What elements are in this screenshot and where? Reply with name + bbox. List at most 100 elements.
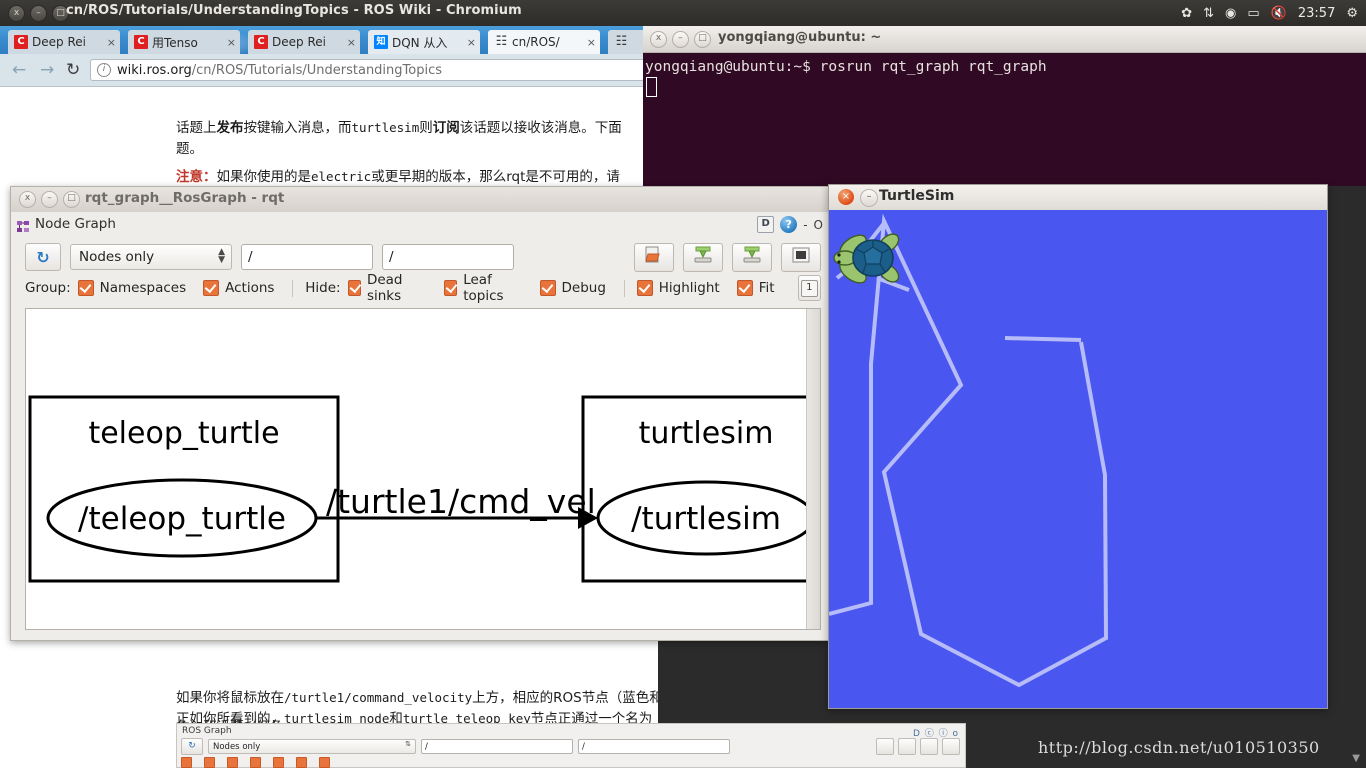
close-icon[interactable]: × xyxy=(347,36,356,49)
checkbox-leaf-topics[interactable]: Leaf topics xyxy=(443,272,523,304)
highlight-depth-button[interactable]: 1 xyxy=(797,275,822,301)
address-bar[interactable]: i wiki.ros.org /cn/ROS/Tutorials/Underst… xyxy=(90,59,650,81)
browser-tab-0[interactable]: C Deep Rei × xyxy=(8,30,120,54)
checkbox-icon xyxy=(636,280,653,296)
system-tray[interactable]: ✿ ⇅ ◉ ▭ 🔇 23:57 ⚙ xyxy=(1181,0,1358,26)
minimize-icon[interactable]: – xyxy=(41,191,58,208)
help-button[interactable]: ? xyxy=(780,216,798,233)
battery-icon[interactable]: ▭ xyxy=(1247,7,1259,20)
browser-tab-label: 用Tenso xyxy=(152,35,198,50)
rqt-window-controls[interactable]: x – □ xyxy=(19,191,80,208)
chrome-favicon-icon: C xyxy=(254,35,268,49)
window-controls[interactable]: x – □ xyxy=(8,5,69,22)
browser-tab-label: Deep Rei xyxy=(272,35,326,49)
terminal-window-controls[interactable]: x – □ xyxy=(650,31,711,48)
save-image-button[interactable] xyxy=(732,242,772,272)
ros-graph-canvas[interactable]: teleop_turtle /teleop_turtle turtlesim /… xyxy=(25,308,821,630)
maximize-icon[interactable]: □ xyxy=(694,31,711,48)
divider xyxy=(292,279,294,297)
graph-node-box-label: turtlesim xyxy=(639,416,774,451)
graph-filter-combo[interactable]: Nodes only ▲ ▼ xyxy=(70,244,232,270)
browser-tab-3[interactable]: 知 DQN 从入 × xyxy=(368,30,480,54)
rqt-options-row: Group: Namespaces Actions Hide: Dead sin… xyxy=(25,272,822,304)
close-icon[interactable]: × xyxy=(587,36,596,49)
chrome-favicon-icon: C xyxy=(134,35,148,49)
omnibox-host: wiki.ros.org xyxy=(117,62,192,78)
minimize-dock-button[interactable]: - xyxy=(803,218,807,232)
dock-controls[interactable]: D ? - O xyxy=(757,216,823,233)
ubuntu-one-icon[interactable]: ✿ xyxy=(1181,7,1192,20)
graph-node-ellipse-label: /turtlesim xyxy=(631,501,781,537)
embedded-node-filter: / xyxy=(578,739,730,754)
save-dot-button[interactable] xyxy=(683,242,723,272)
close-icon[interactable]: × xyxy=(107,36,116,49)
close-icon[interactable]: × xyxy=(227,36,236,49)
omnibox-path: /cn/ROS/Tutorials/UnderstandingTopics xyxy=(191,62,443,78)
browser-tab-label: Deep Rei xyxy=(32,35,86,49)
close-icon[interactable]: x xyxy=(19,191,36,208)
turtlesim-title: TurtleSim xyxy=(879,188,955,204)
messaging-icon[interactable]: ◉ xyxy=(1225,7,1236,20)
browser-tab-1[interactable]: C 用Tenso × xyxy=(128,30,240,54)
turtlesim-window: × – TurtleSim xyxy=(828,184,1328,709)
minimize-icon[interactable]: – xyxy=(860,189,878,207)
embedded-rqt-toolbar: ↻ Nodes only ⇅ / / xyxy=(181,738,730,755)
checkbox-label: Highlight xyxy=(658,280,720,296)
graph-vertical-scrollbar[interactable] xyxy=(806,309,820,629)
node-filter-input[interactable]: / xyxy=(382,244,514,270)
checkbox-icon xyxy=(443,280,458,296)
close-icon[interactable]: × xyxy=(838,189,854,205)
chevron-updown-icon: ⇅ xyxy=(405,740,411,748)
volume-muted-icon[interactable]: 🔇 xyxy=(1271,7,1287,20)
divider xyxy=(623,279,625,297)
maximize-icon[interactable]: □ xyxy=(63,191,80,208)
back-icon[interactable]: ← xyxy=(12,61,26,79)
close-icon[interactable]: × xyxy=(467,36,476,49)
terminal-prompt: yongqiang@ubuntu:~$ xyxy=(645,59,811,75)
terminal-output[interactable]: yongqiang@ubuntu:~$ rosrun rqt_graph rqt… xyxy=(643,52,1366,186)
rqt-titlebar: x – □ rqt_graph__RosGraph - rqt xyxy=(11,187,829,213)
checkbox-debug[interactable]: Debug xyxy=(539,280,606,296)
minimize-icon[interactable]: – xyxy=(30,5,47,22)
checkbox-fit[interactable]: Fit xyxy=(736,280,775,296)
turtlesim-canvas[interactable] xyxy=(829,210,1327,708)
scroll-down-icon[interactable]: ▼ xyxy=(1352,753,1360,764)
load-dot-button[interactable] xyxy=(634,242,674,272)
forward-icon[interactable]: → xyxy=(40,61,54,79)
fit-in-view-icon xyxy=(792,247,810,267)
turtlesim-window-controls[interactable]: × – xyxy=(838,189,878,207)
checkbox-label: Debug xyxy=(561,280,606,296)
checkbox-highlight[interactable]: Highlight xyxy=(636,280,720,296)
browser-tab-label: DQN 从入 xyxy=(392,35,448,50)
terminal-command: rosrun rqt_graph rqt_graph xyxy=(819,59,1047,75)
checkbox-label: Namespaces xyxy=(99,280,187,296)
session-gear-icon[interactable]: ⚙ xyxy=(1346,7,1358,20)
wiki-text: 话题上 xyxy=(176,120,217,136)
graph-edge-label: /turtle1/cmd_vel xyxy=(326,482,596,521)
graph-node-ellipse-label: /teleop_turtle xyxy=(78,501,286,537)
embedded-rqt-tool-buttons xyxy=(876,738,960,755)
browser-tab-2[interactable]: C Deep Rei × xyxy=(248,30,360,54)
close-icon[interactable]: x xyxy=(650,31,667,48)
fit-in-view-button[interactable] xyxy=(781,242,821,272)
checkbox-label: Fit xyxy=(758,280,775,296)
minimize-icon[interactable]: – xyxy=(672,31,689,48)
reload-icon[interactable]: ↻ xyxy=(66,61,80,79)
apps-grid-favicon-icon: ☷ xyxy=(615,34,628,49)
chevron-updown-icon[interactable]: ▲ ▼ xyxy=(218,248,225,265)
chrome-favicon-icon: C xyxy=(14,35,28,49)
page-info-icon[interactable]: i xyxy=(97,63,111,77)
browser-tab-4[interactable]: ☷ cn/ROS/ × xyxy=(488,30,600,54)
checkbox-actions[interactable]: Actions xyxy=(203,280,274,296)
group-label: Group: xyxy=(25,280,71,296)
refresh-graph-button[interactable]: ↻ xyxy=(25,243,61,271)
undock-button[interactable]: D xyxy=(757,216,775,233)
checkbox-namespaces[interactable]: Namespaces xyxy=(77,280,187,296)
network-icon[interactable]: ⇅ xyxy=(1203,7,1214,20)
topic-filter-input[interactable]: / xyxy=(241,244,373,270)
clock[interactable]: 23:57 xyxy=(1298,6,1335,21)
checkbox-dead-sinks[interactable]: Dead sinks xyxy=(347,272,427,304)
load-dot-icon xyxy=(644,246,664,268)
close-dock-button[interactable]: O xyxy=(814,218,823,232)
close-icon[interactable]: x xyxy=(8,5,25,22)
